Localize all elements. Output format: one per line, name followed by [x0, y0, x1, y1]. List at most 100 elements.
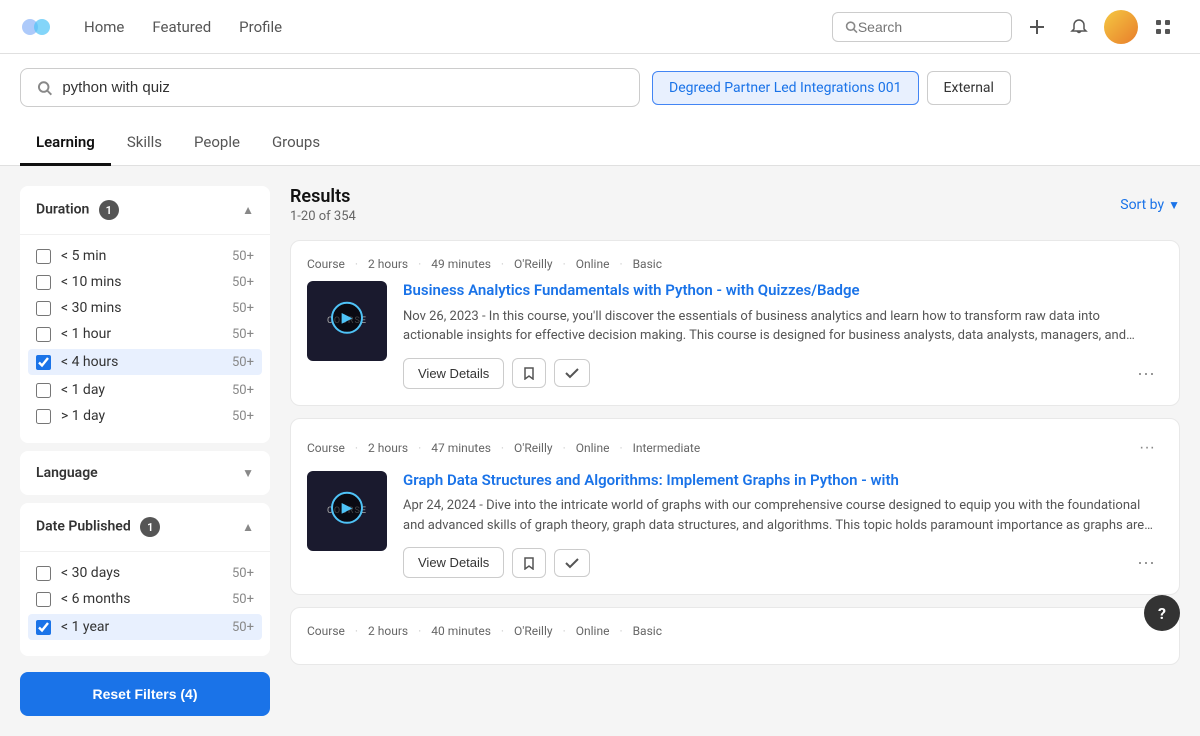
help-button[interactable]: ?: [1144, 595, 1180, 631]
date-option-6months[interactable]: < 6 months 50+: [36, 586, 254, 612]
duration-filter-header[interactable]: Duration 1 ▲: [20, 186, 270, 234]
tab-learning[interactable]: Learning: [20, 121, 111, 166]
sub-navigation: Degreed Partner Led Integrations 001 Ext…: [0, 54, 1200, 166]
sort-by-button[interactable]: Sort by ▼: [1120, 197, 1180, 213]
card-3-type: Course: [307, 624, 345, 638]
card-1-duration-mins: 49 minutes: [431, 257, 491, 271]
duration-checkbox-5min[interactable]: [36, 249, 51, 264]
search-row: Degreed Partner Led Integrations 001 Ext…: [20, 54, 1180, 121]
card-3-level: Basic: [633, 624, 662, 638]
card-2-provider: O'Reilly: [514, 441, 553, 455]
checkmark-icon: [565, 367, 579, 379]
duration-option-gt1day[interactable]: > 1 day 50+: [36, 403, 254, 429]
grid-menu-button[interactable]: [1146, 10, 1180, 44]
filter-pill-degreed[interactable]: Degreed Partner Led Integrations 001: [652, 71, 919, 105]
tab-skills[interactable]: Skills: [111, 121, 178, 166]
reset-filters-button[interactable]: Reset Filters (4): [20, 672, 270, 716]
card-2-title[interactable]: Graph Data Structures and Algorithms: Im…: [403, 471, 1163, 491]
date-option-1year[interactable]: < 1 year 50+: [28, 614, 262, 640]
card-1-actions: View Details ···: [403, 358, 1163, 389]
card-1-view-details-button[interactable]: View Details: [403, 358, 504, 389]
duration-checkbox-gt1day[interactable]: [36, 409, 51, 424]
card-3-duration-mins: 40 minutes: [431, 624, 491, 638]
duration-filter-body: < 5 min 50+ < 10 mins 50+ < 30 mins 50+ …: [20, 234, 270, 443]
tab-groups[interactable]: Groups: [256, 121, 336, 166]
card-2-format: Online: [576, 441, 610, 455]
card-1-type: Course: [307, 257, 345, 271]
card-1-info: Business Analytics Fundamentals with Pyt…: [403, 281, 1163, 389]
card-2-body: ▶ COURSE Graph Data Structures and Algor…: [307, 471, 1163, 579]
date-published-badge: 1: [140, 517, 160, 537]
date-option-30days[interactable]: < 30 days 50+: [36, 560, 254, 586]
card-2-play-button[interactable]: ▶: [331, 491, 363, 523]
main-search-input[interactable]: [62, 79, 623, 96]
card-2-description: Apr 24, 2024 - Dive into the intricate w…: [403, 496, 1163, 535]
duration-checkbox-4hours[interactable]: [36, 355, 51, 370]
grid-icon: [1154, 18, 1172, 36]
logo[interactable]: [20, 11, 52, 43]
card-2-info: Graph Data Structures and Algorithms: Im…: [403, 471, 1163, 579]
card-1-bookmark-button[interactable]: [512, 358, 546, 388]
duration-option-30mins[interactable]: < 30 mins 50+: [36, 295, 254, 321]
bookmark-icon: [523, 366, 535, 380]
main-search-box[interactable]: [20, 68, 640, 107]
card-2-check-button[interactable]: [554, 549, 590, 577]
add-button[interactable]: [1020, 10, 1054, 44]
card-1-check-button[interactable]: [554, 359, 590, 387]
language-filter-section: Language ▼: [20, 451, 270, 495]
duration-checkbox-1hour[interactable]: [36, 327, 51, 342]
nav-featured[interactable]: Featured: [140, 10, 223, 44]
card-2-overflow-top-button[interactable]: ···: [1131, 435, 1163, 461]
notifications-button[interactable]: [1062, 10, 1096, 44]
nav-profile[interactable]: Profile: [227, 10, 294, 44]
tabs-row: Learning Skills People Groups: [20, 121, 1180, 165]
date-published-filter-section: Date Published 1 ▲ < 30 days 50+ < 6 mon…: [20, 503, 270, 656]
date-checkbox-30days[interactable]: [36, 566, 51, 581]
duration-checkbox-30mins[interactable]: [36, 301, 51, 316]
card-2-type: Course: [307, 441, 345, 455]
nav-links: Home Featured Profile: [72, 10, 294, 44]
language-filter-header[interactable]: Language ▼: [20, 451, 270, 495]
date-published-filter-header[interactable]: Date Published 1 ▲: [20, 503, 270, 551]
filter-pill-external[interactable]: External: [927, 71, 1011, 105]
nav-right: [832, 10, 1180, 44]
card-3-provider: O'Reilly: [514, 624, 553, 638]
duration-option-1hour[interactable]: < 1 hour 50+: [36, 321, 254, 347]
user-avatar[interactable]: [1104, 10, 1138, 44]
duration-option-10mins[interactable]: < 10 mins 50+: [36, 269, 254, 295]
card-2-bookmark-button[interactable]: [512, 548, 546, 578]
card-2-duration-mins: 47 minutes: [431, 441, 491, 455]
language-label: Language: [36, 465, 98, 481]
card-1-meta: Course · 2 hours · 49 minutes · O'Reilly…: [307, 257, 1163, 271]
card-1-play-button[interactable]: ▶: [331, 302, 363, 334]
card-1-description: Nov 26, 2023 - In this course, you'll di…: [403, 307, 1163, 346]
date-published-filter-body: < 30 days 50+ < 6 months 50+ < 1 year 50…: [20, 551, 270, 656]
sort-chevron-icon: ▼: [1168, 198, 1180, 212]
card-1-thumbnail: ▶ COURSE: [307, 281, 387, 361]
plus-icon: [1028, 18, 1046, 36]
duration-checkbox-1day[interactable]: [36, 383, 51, 398]
results-count: 1-20 of 354: [290, 209, 356, 224]
card-1-duration-hours: 2 hours: [368, 257, 408, 271]
card-1-title[interactable]: Business Analytics Fundamentals with Pyt…: [403, 281, 1163, 301]
course-card-1: Course · 2 hours · 49 minutes · O'Reilly…: [290, 240, 1180, 406]
duration-checkbox-10mins[interactable]: [36, 275, 51, 290]
card-2-overflow-button[interactable]: ···: [1129, 548, 1163, 577]
card-3-duration-hours: 2 hours: [368, 624, 408, 638]
sidebar-filters: Duration 1 ▲ < 5 min 50+ < 10 mins 50+: [20, 186, 270, 716]
nav-search-bar[interactable]: [832, 12, 1012, 42]
card-2-view-details-button[interactable]: View Details: [403, 547, 504, 578]
tab-people[interactable]: People: [178, 121, 256, 166]
course-card-2: Course · 2 hours · 47 minutes · O'Reilly…: [290, 418, 1180, 596]
card-2-duration-hours: 2 hours: [368, 441, 408, 455]
nav-search-input[interactable]: [858, 19, 999, 35]
bell-icon: [1070, 18, 1088, 36]
nav-home[interactable]: Home: [72, 10, 136, 44]
date-checkbox-6months[interactable]: [36, 592, 51, 607]
date-checkbox-1year[interactable]: [36, 620, 51, 635]
duration-option-1day[interactable]: < 1 day 50+: [36, 377, 254, 403]
card-1-overflow-button[interactable]: ···: [1129, 359, 1163, 388]
card-2-level: Intermediate: [633, 441, 701, 455]
duration-option-5min[interactable]: < 5 min 50+: [36, 243, 254, 269]
duration-option-4hours[interactable]: < 4 hours 50+: [28, 349, 262, 375]
